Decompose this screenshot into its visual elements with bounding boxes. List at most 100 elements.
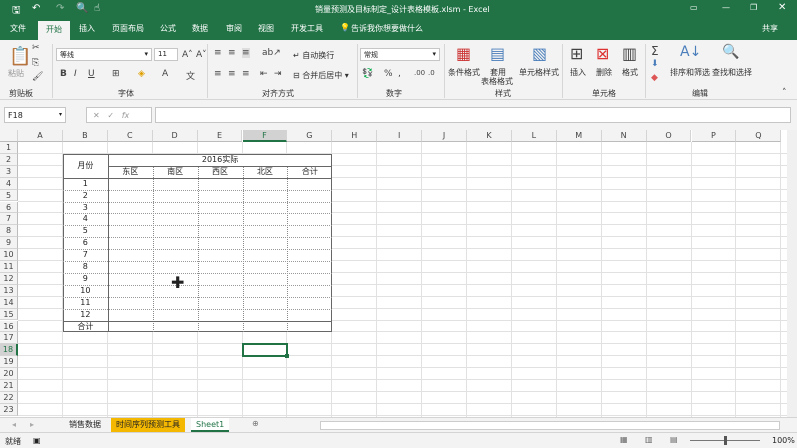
- comma-icon[interactable]: ,: [398, 69, 401, 79]
- fill-icon[interactable]: ⬇: [651, 59, 659, 69]
- fill-handle[interactable]: [285, 354, 290, 359]
- enter-icon[interactable]: ✓: [107, 111, 114, 120]
- sort-filter-button[interactable]: 排序和筛选: [670, 67, 710, 78]
- clear-icon[interactable]: ◆: [651, 73, 658, 83]
- vertical-scrollbar[interactable]: [787, 130, 797, 417]
- tab-review[interactable]: 审阅: [226, 23, 242, 34]
- accounting-format-icon[interactable]: 💱: [362, 69, 373, 79]
- ribbon-display-icon[interactable]: ▭: [690, 3, 698, 12]
- tell-me-box[interactable]: 告诉我你想要做什么: [351, 23, 423, 34]
- row-header[interactable]: 1: [0, 142, 18, 154]
- orientation-icon[interactable]: ab↗: [262, 48, 281, 58]
- selected-cell[interactable]: [241, 343, 289, 358]
- format-painter-icon[interactable]: 🖌: [32, 72, 43, 82]
- column-header[interactable]: P: [691, 130, 737, 142]
- column-header[interactable]: A: [18, 130, 63, 142]
- horizontal-scrollbar[interactable]: [320, 421, 780, 430]
- next-sheet-icon[interactable]: ▸: [30, 420, 34, 429]
- align-bottom-icon[interactable]: ≡: [242, 48, 250, 58]
- add-sheet-icon[interactable]: ⊕: [252, 419, 259, 428]
- copy-icon[interactable]: ⎘: [32, 58, 39, 68]
- tab-home[interactable]: 开始: [38, 21, 70, 40]
- fill-color-icon[interactable]: ◈: [138, 69, 145, 79]
- redo-icon[interactable]: ↷: [56, 3, 64, 14]
- formula-input[interactable]: [155, 107, 791, 123]
- tab-data[interactable]: 数据: [192, 23, 208, 34]
- column-header[interactable]: K: [467, 130, 512, 142]
- cell-styles-icon[interactable]: ▧: [532, 44, 547, 63]
- cell-styles-button[interactable]: 单元格样式: [519, 67, 559, 78]
- insert-function-icon[interactable]: fx: [122, 111, 130, 120]
- row-header[interactable]: 17: [0, 332, 18, 345]
- touch-mode-icon[interactable]: ☝: [94, 3, 100, 14]
- conditional-format-icon[interactable]: ▦: [456, 44, 471, 63]
- row-header[interactable]: 7: [0, 213, 18, 226]
- worksheet-grid[interactable]: A B C D E F G H I J K L M N O P Q 1 2 3 4 5 6 7 8 9 10 11 12 13 14 15 16…: [0, 130, 787, 417]
- format-cells-button[interactable]: 格式: [622, 67, 638, 78]
- find-select-button[interactable]: 查找和选择: [712, 67, 752, 78]
- row-header[interactable]: 6: [0, 201, 18, 214]
- column-header[interactable]: L: [511, 130, 557, 142]
- decrease-decimal-icon[interactable]: .0: [428, 69, 435, 77]
- restore-icon[interactable]: ❐: [750, 3, 757, 12]
- decrease-indent-icon[interactable]: ⇤: [260, 69, 268, 79]
- align-right-icon[interactable]: ≡: [242, 69, 250, 79]
- format-as-table-icon[interactable]: ▤: [490, 44, 505, 63]
- delete-cells-button[interactable]: 删除: [596, 67, 612, 78]
- prev-sheet-icon[interactable]: ◂: [12, 420, 16, 429]
- column-header[interactable]: E: [197, 130, 243, 142]
- insert-cells-icon[interactable]: ⊞: [570, 44, 583, 63]
- minimize-icon[interactable]: —: [722, 3, 730, 12]
- sort-filter-icon[interactable]: A↓: [680, 44, 701, 60]
- normal-view-icon[interactable]: ▦: [620, 435, 628, 444]
- close-icon[interactable]: ✕: [778, 2, 786, 13]
- column-header[interactable]: I: [377, 130, 423, 142]
- tab-formulas[interactable]: 公式: [160, 23, 176, 34]
- increase-font-icon[interactable]: A˄: [182, 50, 193, 60]
- row-header[interactable]: 19: [0, 356, 18, 369]
- share-button[interactable]: 共享: [762, 23, 778, 34]
- save-icon[interactable]: 🖫: [12, 3, 21, 20]
- column-header[interactable]: D: [152, 130, 198, 142]
- row-header[interactable]: 12: [0, 272, 18, 285]
- tab-file[interactable]: 文件: [10, 23, 26, 34]
- number-format-select[interactable]: 常规 ▾: [360, 48, 440, 61]
- align-center-icon[interactable]: ≡: [228, 69, 236, 79]
- format-cells-icon[interactable]: ▥: [622, 44, 637, 63]
- delete-cells-icon[interactable]: ⊠: [596, 44, 609, 63]
- row-header[interactable]: 8: [0, 225, 18, 238]
- column-header[interactable]: M: [556, 130, 602, 142]
- row-header[interactable]: 22: [0, 391, 18, 404]
- borders-icon[interactable]: ⊞: [112, 69, 120, 79]
- tab-page-layout[interactable]: 页面布局: [112, 23, 144, 34]
- row-header[interactable]: 10: [0, 249, 18, 261]
- tab-developer[interactable]: 开发工具: [291, 23, 323, 34]
- collapse-ribbon-icon[interactable]: ˄: [782, 88, 787, 98]
- sheet-tab[interactable]: 时间序列预测工具: [111, 418, 185, 432]
- paste-button[interactable]: 粘贴: [8, 68, 24, 79]
- conditional-format-button[interactable]: 条件格式: [448, 67, 480, 78]
- tab-view[interactable]: 视图: [258, 23, 274, 34]
- page-layout-view-icon[interactable]: ▥: [645, 435, 653, 444]
- underline-icon[interactable]: U: [88, 69, 95, 79]
- row-header[interactable]: 23: [0, 403, 18, 416]
- autosum-icon[interactable]: Σ: [651, 44, 659, 58]
- column-header[interactable]: Q: [736, 130, 782, 142]
- column-header[interactable]: G: [287, 130, 333, 142]
- row-header[interactable]: 16: [0, 320, 18, 333]
- row-header[interactable]: 18: [0, 344, 18, 357]
- bold-icon[interactable]: B: [60, 69, 67, 79]
- print-preview-icon[interactable]: 🔍: [76, 3, 88, 14]
- align-left-icon[interactable]: ≡: [214, 69, 222, 79]
- row-header[interactable]: 4: [0, 177, 18, 190]
- font-name-select[interactable]: 等线 ▾: [56, 48, 152, 61]
- column-header[interactable]: J: [422, 130, 467, 142]
- column-header[interactable]: O: [646, 130, 692, 142]
- row-header[interactable]: 14: [0, 296, 18, 309]
- select-all-corner[interactable]: [0, 130, 18, 142]
- font-size-select[interactable]: 11: [154, 48, 178, 61]
- cancel-icon[interactable]: ✕: [93, 111, 100, 120]
- align-top-icon[interactable]: ≡: [214, 48, 222, 58]
- sheet-tab-active[interactable]: Sheet1: [191, 418, 230, 432]
- row-header[interactable]: 15: [0, 308, 18, 321]
